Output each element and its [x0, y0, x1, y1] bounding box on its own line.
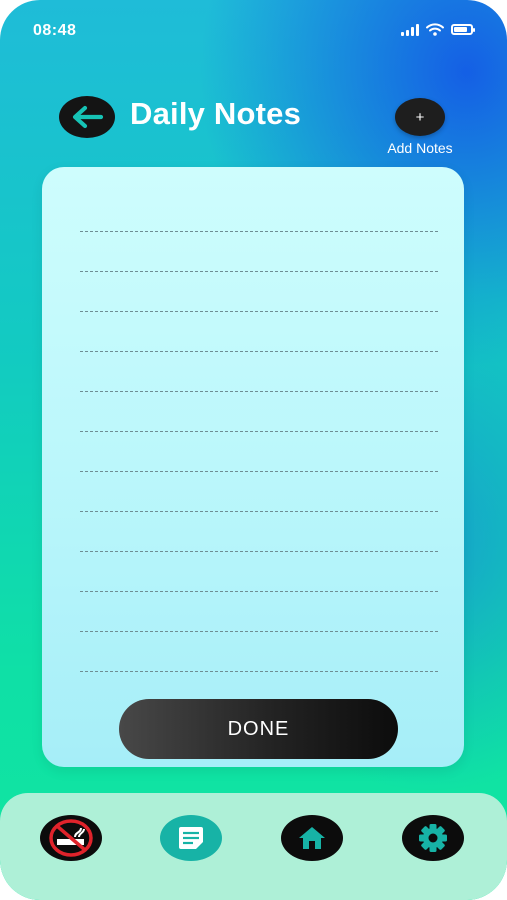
notes-icon: [179, 827, 203, 849]
bottom-nav: [0, 793, 507, 900]
nav-settings-button[interactable]: [402, 815, 464, 861]
note-line[interactable]: [80, 352, 438, 392]
settings-gear-icon: [419, 824, 447, 852]
battery-icon: [451, 24, 475, 35]
note-line[interactable]: [80, 392, 438, 432]
note-line[interactable]: [80, 512, 438, 552]
note-line[interactable]: [80, 552, 438, 592]
done-button[interactable]: DONE: [119, 699, 398, 759]
note-card: DONE: [42, 167, 464, 767]
nav-notes-button[interactable]: [160, 815, 222, 861]
status-bar: 08:48: [0, 0, 507, 64]
no-smoking-icon: [49, 819, 93, 857]
add-notes-group: + Add Notes: [378, 98, 462, 156]
note-line[interactable]: [80, 272, 438, 312]
page-title: Daily Notes: [130, 96, 302, 131]
nav-no-smoking-button[interactable]: [40, 815, 102, 861]
note-line[interactable]: [80, 432, 438, 472]
cellular-signal-icon: [401, 23, 419, 36]
home-icon: [299, 827, 325, 849]
note-line[interactable]: [80, 592, 438, 632]
phone-screen: 08:48 Daily Notes + Add Notes DONE: [0, 0, 507, 900]
note-lines[interactable]: [80, 231, 438, 672]
status-time: 08:48: [33, 22, 77, 39]
arrow-left-icon: [72, 105, 104, 129]
note-line[interactable]: [80, 472, 438, 512]
note-line[interactable]: [80, 312, 438, 352]
status-icons: [401, 23, 475, 36]
note-line[interactable]: [80, 232, 438, 272]
wifi-icon: [426, 23, 444, 36]
add-notes-button[interactable]: +: [395, 98, 445, 136]
note-line[interactable]: [80, 632, 438, 672]
back-button[interactable]: [59, 96, 115, 138]
add-notes-label: Add Notes: [387, 140, 453, 156]
nav-home-button[interactable]: [281, 815, 343, 861]
